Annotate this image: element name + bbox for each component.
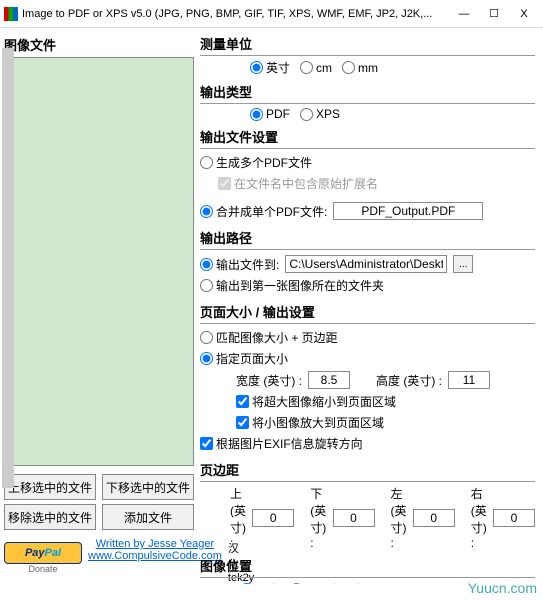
type-xps-radio[interactable]: XPS [300,107,340,121]
app-icon [4,7,18,21]
enlarge-checkbox[interactable]: 将小图像放大到页面区域 [236,414,384,431]
browse-button[interactable]: ... [453,255,473,273]
match-size-radio[interactable]: 匹配图像大小 + 页边距 [200,329,338,346]
unit-header: 测量单位 [200,32,535,56]
watermark: Yuucn.com [468,580,537,596]
unit-mm-radio[interactable]: mm [342,59,378,76]
height-input[interactable] [448,371,490,389]
move-up-button[interactable]: 上移选中的文件 [4,474,96,500]
donate-label: Donate [4,564,82,574]
orig-ext-checkbox[interactable]: 在文件名中包含原始扩展名 [218,175,378,192]
height-label: 高度 (英寸) : [376,372,442,389]
paypal-button[interactable]: PayPal [4,542,82,564]
type-pdf-radio[interactable]: PDF [250,107,290,121]
file-list[interactable] [4,57,194,466]
center-radio[interactable]: 居中 [240,581,280,584]
shrink-checkbox[interactable]: 将超大图像缩小到页面区域 [236,393,396,410]
margin-left-label: 左 (英寸) : [391,485,409,550]
margin-bottom-input[interactable] [333,509,375,527]
margin-right-label: 右 (英寸) : [471,485,489,550]
output-filename-input[interactable] [333,202,483,220]
unit-inch-radio[interactable]: 英寸 [250,59,290,76]
window-title: Image to PDF or XPS v5.0 (JPG, PNG, BMP,… [22,8,449,20]
width-input[interactable] [308,371,350,389]
output-path-input[interactable] [285,255,447,273]
files-label: 图像文件 [4,32,194,57]
imgpos-header: 图像位置 [200,554,535,578]
exif-checkbox[interactable]: 根据图片EXIF信息旋转方向 [200,435,363,452]
outfile-header: 输出文件设置 [200,125,535,149]
add-button[interactable]: 添加文件 [102,504,194,530]
margin-right-input[interactable] [493,509,535,527]
type-header: 输出类型 [200,80,535,104]
maximize-button[interactable]: ☐ [479,3,509,25]
multi-pdf-radio[interactable]: 生成多个PDF文件 [200,154,312,171]
output-to-radio[interactable]: 输出文件到: [200,256,279,273]
outpath-header: 输出路径 [200,226,535,250]
merge-pdf-radio[interactable]: 合并成单个PDF文件: [200,203,327,220]
pagesize-header: 页面大小 / 输出设置 [200,300,535,324]
file-scrollbar[interactable] [2,48,14,488]
margin-top-label: 上 (英寸) : [230,485,248,550]
close-button[interactable]: X [509,3,539,25]
margin-top-input[interactable] [252,509,294,527]
specify-size-radio[interactable]: 指定页面大小 [200,350,288,367]
margin-left-input[interactable] [413,509,455,527]
output-first-radio[interactable]: 输出到第一张图像所在的文件夹 [200,277,384,294]
minimize-button[interactable]: — [449,3,479,25]
margins-header: 页边距 [200,458,535,482]
width-label: 宽度 (英寸) : [236,372,302,389]
remove-button[interactable]: 移除选中的文件 [4,504,96,530]
unit-cm-radio[interactable]: cm [300,59,332,76]
move-down-button[interactable]: 下移选中的文件 [102,474,194,500]
margin-bottom-label: 下 (英寸) : [310,485,328,550]
topleft-radio[interactable]: 页面左上角 [290,581,366,584]
